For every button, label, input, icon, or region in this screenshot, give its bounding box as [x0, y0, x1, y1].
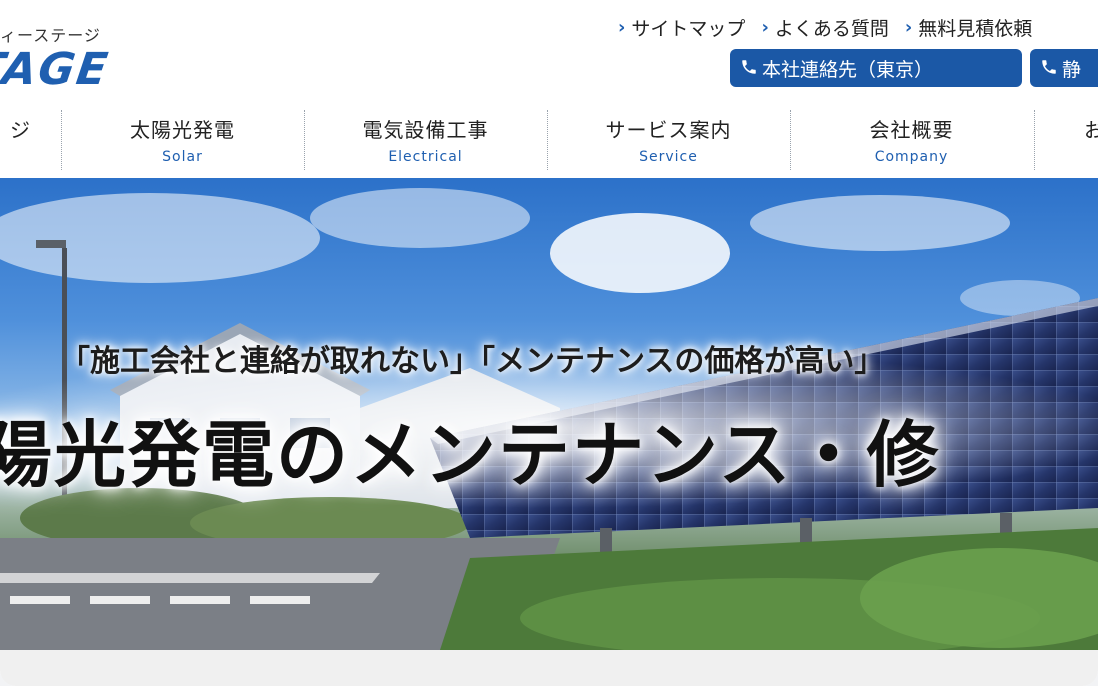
faq-link-label: よくある質問 [774, 18, 889, 40]
nav-item-sublabel: Company [874, 149, 949, 165]
hero-catchphrase: 「施工会社と連絡が取れない」「メンテナンスの価格が高い」 [60, 344, 885, 379]
free-estimate-link-label: 無料見積依頼 [918, 18, 1033, 40]
sitemap-link[interactable]: › サイトマップ [618, 14, 745, 41]
nav-item-label: 太陽光発電 [130, 118, 235, 142]
nav-item-sublabel: Service [639, 149, 698, 165]
chevron-right-icon: › [904, 17, 913, 38]
content-area-top [0, 650, 1098, 686]
logo-subtext: ィーステージ [0, 26, 101, 45]
chevron-right-icon: › [761, 17, 769, 38]
nav-item-label: ジ [10, 118, 31, 142]
tokyo-contact-button[interactable]: 本社連絡先（東京） [730, 49, 1022, 87]
nav-item-solar[interactable]: 太陽光発電 Solar [61, 114, 304, 165]
faq-link[interactable]: › よくある質問 [761, 14, 888, 41]
shizuoka-contact-button[interactable]: 静 [1030, 49, 1098, 87]
nav-item-partial-left[interactable]: ジ [0, 114, 43, 143]
hero-banner: 「施工会社と連絡が取れない」「メンテナンスの価格が高い」 陽光発電のメンテナンス… [0, 178, 1098, 650]
nav-item-label: お [1084, 118, 1098, 142]
utility-links: › サイトマップ › よくある質問 › 無料見積依頼 [618, 14, 1032, 41]
nav-item-sublabel: Electrical [388, 149, 463, 165]
free-estimate-link[interactable]: › 無料見積依頼 [905, 14, 1032, 41]
nav-item-label: 電気設備工事 [362, 118, 489, 142]
site-logo[interactable]: TAGE [0, 44, 112, 95]
nav-item-electrical[interactable]: 電気設備工事 Electrical [304, 114, 547, 165]
phone-icon [742, 60, 756, 74]
chevron-right-icon: › [618, 17, 626, 38]
phone-icon [1042, 60, 1056, 74]
shizuoka-contact-label: 静 [1062, 58, 1082, 81]
tokyo-contact-label: 本社連絡先（東京） [762, 58, 934, 81]
browser-viewport: ィーステージ TAGE › サイトマップ › よくある質問 › 無料見積依頼 本… [0, 0, 1098, 686]
nav-item-partial-right[interactable]: お [1034, 114, 1098, 143]
hero-headline: 陽光発電のメンテナンス・修 [0, 413, 941, 497]
nav-item-label: 会社概要 [869, 118, 954, 142]
nav-item-sublabel: Solar [162, 149, 203, 165]
sitemap-link-label: サイトマップ [631, 18, 746, 40]
nav-item-label: サービス案内 [605, 118, 732, 142]
nav-item-company[interactable]: 会社概要 Company [790, 114, 1033, 165]
global-nav: ジ 太陽光発電 Solar 電気設備工事 Electrical サービス案内 S… [0, 110, 1098, 170]
nav-item-service[interactable]: サービス案内 Service [547, 114, 790, 165]
